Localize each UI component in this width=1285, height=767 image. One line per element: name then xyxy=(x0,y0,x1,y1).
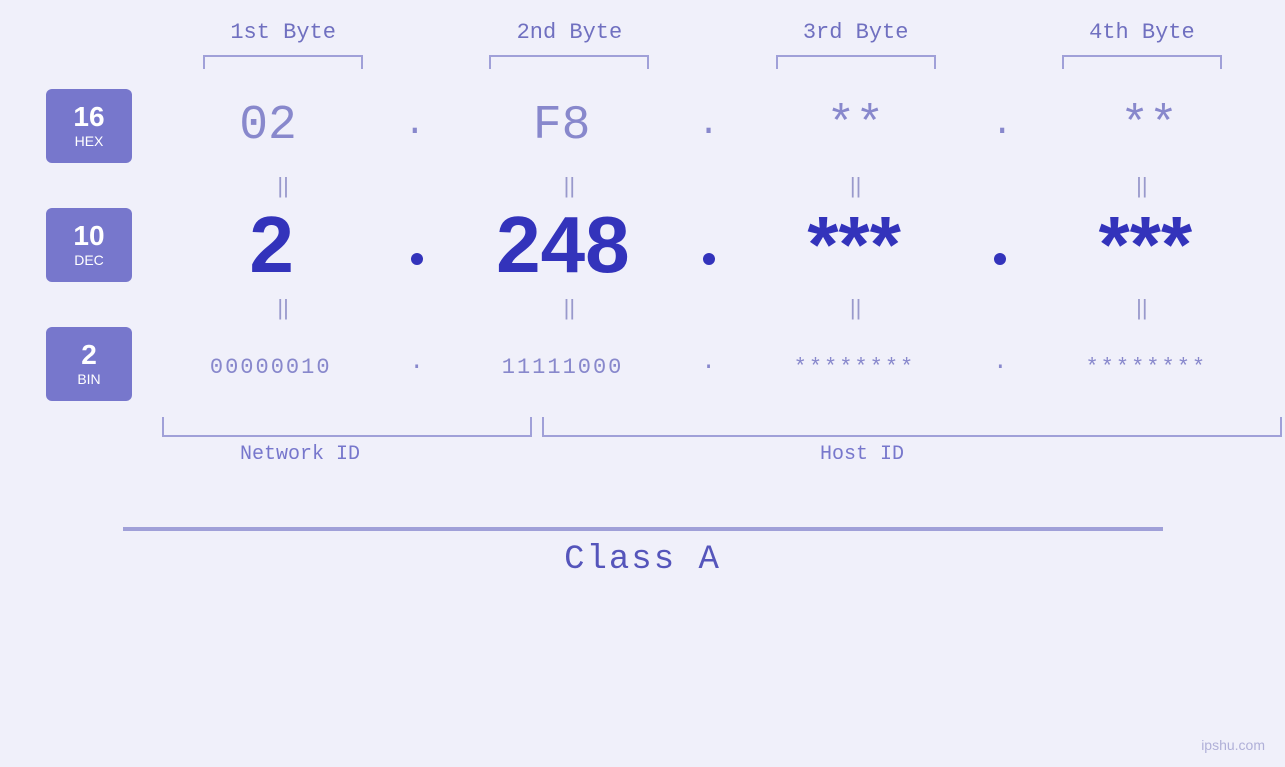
equals-row-1: || || || || xyxy=(0,173,1285,199)
hex-dot-1: . xyxy=(404,103,426,150)
bin-dot-3: . xyxy=(993,349,1007,380)
hex-dot-3: . xyxy=(991,103,1013,150)
bin-value-3: ******** xyxy=(794,355,916,380)
top-bracket-1 xyxy=(203,55,363,69)
network-id-bracket xyxy=(162,417,532,437)
dec-dot-1 xyxy=(411,253,423,265)
eq2-1: || xyxy=(140,295,426,321)
dec-value-1: 2 xyxy=(249,200,294,289)
dec-cell-3: *** xyxy=(715,205,994,285)
dec-value-3: *** xyxy=(807,200,900,289)
bracket-cell-4 xyxy=(999,55,1285,69)
network-id-label: Network ID xyxy=(240,443,360,466)
eq2-2: || xyxy=(426,295,712,321)
hex-cell-3: ** xyxy=(719,99,991,153)
dec-dot-3 xyxy=(994,253,1006,265)
byte-header-3: 3rd Byte xyxy=(713,20,999,45)
class-label: Class A xyxy=(564,541,721,579)
hex-badge: 16 HEX xyxy=(46,89,132,163)
dec-values-area: 2 248 *** *** xyxy=(132,205,1285,285)
top-bracket-4 xyxy=(1062,55,1222,69)
hex-value-4: ** xyxy=(1120,99,1178,153)
dec-badge-label: DEC xyxy=(74,252,104,268)
byte-header-1: 1st Byte xyxy=(140,20,426,45)
hex-value-3: ** xyxy=(827,99,885,153)
bracket-cell-3 xyxy=(713,55,999,69)
hex-cell-4: ** xyxy=(1013,99,1285,153)
equals-row-2: || || || || xyxy=(0,295,1285,321)
hex-cell-2: F8 xyxy=(426,99,698,153)
watermark: ipshu.com xyxy=(1201,737,1265,753)
byte-header-2: 2nd Byte xyxy=(426,20,712,45)
bin-cell-4: ******** xyxy=(1008,355,1285,380)
eq2-3: || xyxy=(713,295,999,321)
top-brackets-row xyxy=(0,55,1285,69)
eq-3: || xyxy=(713,173,999,199)
dec-badge: 10 DEC xyxy=(46,208,132,282)
bin-badge-label: BIN xyxy=(77,371,100,387)
bin-value-4: ******** xyxy=(1085,355,1207,380)
bin-value-1: 00000010 xyxy=(210,355,332,380)
bracket-cell-2 xyxy=(426,55,712,69)
top-bracket-2 xyxy=(489,55,649,69)
dec-cell-1: 2 xyxy=(132,205,411,285)
bin-row: 2 BIN 00000010 . 11111000 . ******** . *… xyxy=(0,327,1285,401)
hex-values-area: 02 . F8 . ** . ** xyxy=(132,99,1285,153)
bin-dot-1: . xyxy=(409,349,423,380)
bin-cell-2: 11111000 xyxy=(424,355,701,380)
bin-dot-2: . xyxy=(701,349,715,380)
byte-headers-row: 1st Byte 2nd Byte 3rd Byte 4th Byte xyxy=(0,20,1285,45)
dec-dot-2 xyxy=(703,253,715,265)
byte-header-4: 4th Byte xyxy=(999,20,1285,45)
dec-badge-number: 10 xyxy=(73,222,104,250)
eq-1: || xyxy=(140,173,426,199)
hex-value-1: 02 xyxy=(239,99,297,153)
hex-row: 16 HEX 02 . F8 . ** . ** xyxy=(0,89,1285,163)
bin-badge: 2 BIN xyxy=(46,327,132,401)
bin-cell-3: ******** xyxy=(716,355,993,380)
dec-cell-4: *** xyxy=(1006,205,1285,285)
hex-badge-label: HEX xyxy=(75,133,104,149)
bottom-brackets-container: Network ID Host ID xyxy=(0,417,1285,477)
eq-4: || xyxy=(999,173,1285,199)
hex-cell-1: 02 xyxy=(132,99,404,153)
eq2-4: || xyxy=(999,295,1285,321)
bracket-cell-1 xyxy=(140,55,426,69)
bin-cell-1: 00000010 xyxy=(132,355,409,380)
dec-row: 10 DEC 2 248 *** *** xyxy=(0,205,1285,285)
dec-cell-2: 248 xyxy=(423,205,702,285)
hex-value-2: F8 xyxy=(533,99,591,153)
main-container: 1st Byte 2nd Byte 3rd Byte 4th Byte 16 H… xyxy=(0,0,1285,767)
hex-badge-number: 16 xyxy=(73,103,104,131)
bin-value-2: 11111000 xyxy=(502,355,624,380)
dec-value-4: *** xyxy=(1099,200,1192,289)
host-id-bracket xyxy=(542,417,1282,437)
dec-value-2: 248 xyxy=(496,200,629,289)
hex-dot-2: . xyxy=(698,103,720,150)
bin-values-area: 00000010 . 11111000 . ******** . *******… xyxy=(132,349,1285,380)
eq-2: || xyxy=(426,173,712,199)
class-underline xyxy=(123,527,1163,531)
class-row: Class A xyxy=(0,527,1285,579)
top-bracket-3 xyxy=(776,55,936,69)
host-id-label: Host ID xyxy=(820,443,904,466)
bin-badge-number: 2 xyxy=(81,341,97,369)
